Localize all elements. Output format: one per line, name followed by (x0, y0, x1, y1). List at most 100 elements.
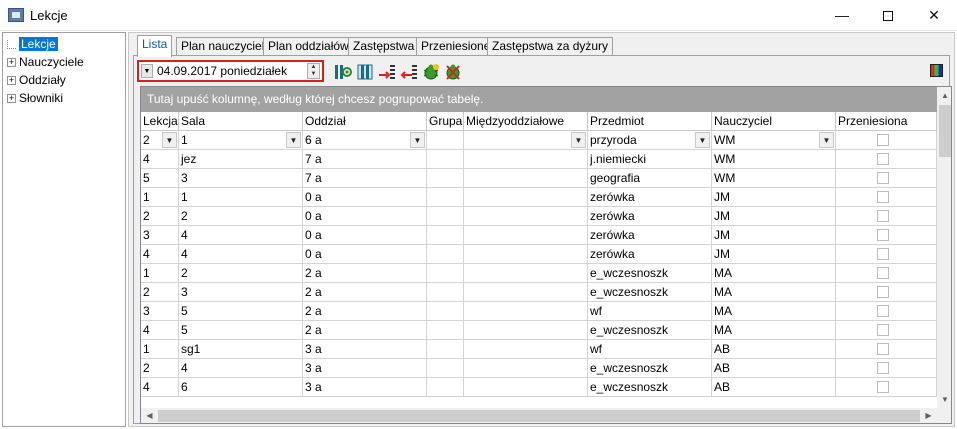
cell-nauczyciel[interactable]: MA (712, 302, 836, 321)
tab-zastepstwa-za-dyzury[interactable]: Zastępstwa za dyżury (487, 37, 614, 56)
cell-grupa[interactable] (427, 340, 464, 359)
cell-sala[interactable]: 5 (179, 302, 303, 321)
expand-icon[interactable]: + (7, 76, 16, 86)
cell-miedzy[interactable] (464, 378, 588, 397)
cell-przedmiot[interactable]: zerówka (588, 188, 712, 207)
column-header-przedmiot[interactable]: Przedmiot (588, 112, 712, 131)
chevron-down-icon[interactable]: ▼ (571, 132, 586, 148)
move-right-icon[interactable] (378, 63, 396, 81)
filter-lekcja[interactable]: 2 ▼ (141, 131, 179, 150)
cell-lekcja[interactable]: 4 (141, 245, 179, 264)
cell-grupa[interactable] (427, 150, 464, 169)
scroll-thumb[interactable] (158, 410, 920, 422)
cell-sala[interactable]: 1 (179, 188, 303, 207)
table-row[interactable]: 4 jez 7 a j.niemiecki WM (141, 150, 937, 169)
cell-miedzy[interactable] (464, 245, 588, 264)
checkbox[interactable] (877, 286, 889, 298)
cell-sala[interactable]: 3 (179, 283, 303, 302)
filter-sala[interactable]: 1 ▼ (179, 131, 303, 150)
table-row[interactable]: 232 a e_wczesnoszk MA (141, 283, 937, 302)
add-bug-icon[interactable] (422, 63, 440, 81)
tree-item-oddzialy[interactable]: + Oddziały (7, 72, 66, 88)
cell-sala[interactable]: 4 (179, 245, 303, 264)
cell-przedmiot[interactable]: j.niemiecki (588, 150, 712, 169)
table-row[interactable]: 243 a e_wczesnoszk AB (141, 359, 937, 378)
chevron-down-icon[interactable]: ▼ (410, 132, 425, 148)
checkbox[interactable] (877, 229, 889, 241)
checkbox[interactable] (877, 172, 889, 184)
cell-grupa[interactable] (427, 207, 464, 226)
checkbox[interactable] (877, 343, 889, 355)
cell-miedzy[interactable] (464, 283, 588, 302)
table-row[interactable]: 440 a zerówka JM (141, 245, 937, 264)
expand-icon[interactable]: + (7, 94, 16, 104)
cell-nauczyciel[interactable]: AB (712, 359, 836, 378)
tree-item-nauczyciele[interactable]: + Nauczyciele (7, 54, 84, 70)
scroll-right-icon[interactable]: ▶ (920, 408, 937, 423)
cell-nauczyciel[interactable]: AB (712, 340, 836, 359)
date-picker[interactable]: ▼ 04.09.2017 poniedziałek ▲ ▼ (137, 60, 324, 82)
cell-sala[interactable]: jez (179, 150, 303, 169)
cell-lekcja[interactable]: 1 (141, 188, 179, 207)
cell-nauczyciel[interactable]: JM (712, 207, 836, 226)
cell-przedmiot[interactable]: e_wczesnoszk (588, 378, 712, 397)
color-settings-icon[interactable] (930, 64, 943, 77)
column-header-miedzyoddzialowe[interactable]: Międzyoddziałowe (464, 112, 588, 131)
date-spinner[interactable]: ▲ ▼ (307, 63, 320, 79)
cell-nauczyciel[interactable]: JM (712, 226, 836, 245)
checkbox[interactable] (877, 305, 889, 317)
cell-lekcja[interactable]: 1 (141, 340, 179, 359)
cell-przedmiot[interactable]: e_wczesnoszk (588, 283, 712, 302)
vertical-scrollbar[interactable]: ▲ ▼ (937, 87, 951, 408)
cell-grupa[interactable] (427, 264, 464, 283)
filter-miedzyoddzialowe[interactable]: ▼ (464, 131, 588, 150)
cell-nauczyciel[interactable]: MA (712, 283, 836, 302)
tree-item-slowniki[interactable]: + Słowniki (7, 90, 63, 106)
cell-grupa[interactable] (427, 378, 464, 397)
cell-miedzy[interactable] (464, 302, 588, 321)
column-header-oddzial[interactable]: Oddział (303, 112, 427, 131)
cell-miedzy[interactable] (464, 226, 588, 245)
cell-oddzial[interactable]: 0 a (303, 245, 427, 264)
cell-miedzy[interactable] (464, 169, 588, 188)
minimize-button[interactable]: — (819, 0, 865, 31)
spin-up-icon[interactable]: ▲ (308, 64, 319, 71)
column-header-sala[interactable]: Sala (179, 112, 303, 131)
cell-oddzial[interactable]: 7 a (303, 150, 427, 169)
cell-lekcja[interactable]: 4 (141, 378, 179, 397)
table-row[interactable]: 352 a wf MA (141, 302, 937, 321)
cell-sala[interactable]: 2 (179, 207, 303, 226)
cell-sala[interactable]: 3 (179, 169, 303, 188)
date-dropdown-button[interactable]: ▼ (141, 64, 153, 78)
cell-sala[interactable]: 5 (179, 321, 303, 340)
horizontal-scrollbar[interactable]: ◀ ▶ (141, 408, 937, 423)
table-row[interactable]: 537 a geografia WM (141, 169, 937, 188)
cell-oddzial[interactable]: 2 a (303, 321, 427, 340)
spin-down-icon[interactable]: ▼ (308, 71, 319, 78)
cell-nauczyciel[interactable]: WM (712, 169, 836, 188)
cell-miedzy[interactable] (464, 340, 588, 359)
tab-plan-nauczycieli[interactable]: Plan nauczycieli (176, 37, 273, 56)
remove-bug-icon[interactable] (444, 63, 462, 81)
cell-grupa[interactable] (427, 188, 464, 207)
cell-przedmiot[interactable]: zerówka (588, 245, 712, 264)
cell-lekcja[interactable]: 4 (141, 321, 179, 340)
cell-lekcja[interactable]: 2 (141, 283, 179, 302)
cell-oddzial[interactable]: 0 a (303, 207, 427, 226)
cell-oddzial[interactable]: 0 a (303, 188, 427, 207)
cell-przedmiot[interactable]: zerówka (588, 226, 712, 245)
expand-icon[interactable]: + (7, 58, 16, 68)
cell-nauczyciel[interactable]: JM (712, 188, 836, 207)
filter-oddzial[interactable]: 6 a ▼ (303, 131, 427, 150)
checkbox[interactable] (877, 134, 889, 146)
table-row[interactable]: 110 a zerówka JM (141, 188, 937, 207)
table-row[interactable]: 340 a zerówka JM (141, 226, 937, 245)
cell-lekcja[interactable]: 2 (141, 359, 179, 378)
checkbox[interactable] (877, 381, 889, 393)
cell-lekcja[interactable]: 3 (141, 302, 179, 321)
checkbox[interactable] (877, 191, 889, 203)
chevron-down-icon[interactable]: ▼ (695, 132, 710, 148)
cell-oddzial[interactable]: 0 a (303, 226, 427, 245)
chevron-down-icon[interactable]: ▼ (162, 132, 177, 148)
cell-oddzial[interactable]: 3 a (303, 378, 427, 397)
